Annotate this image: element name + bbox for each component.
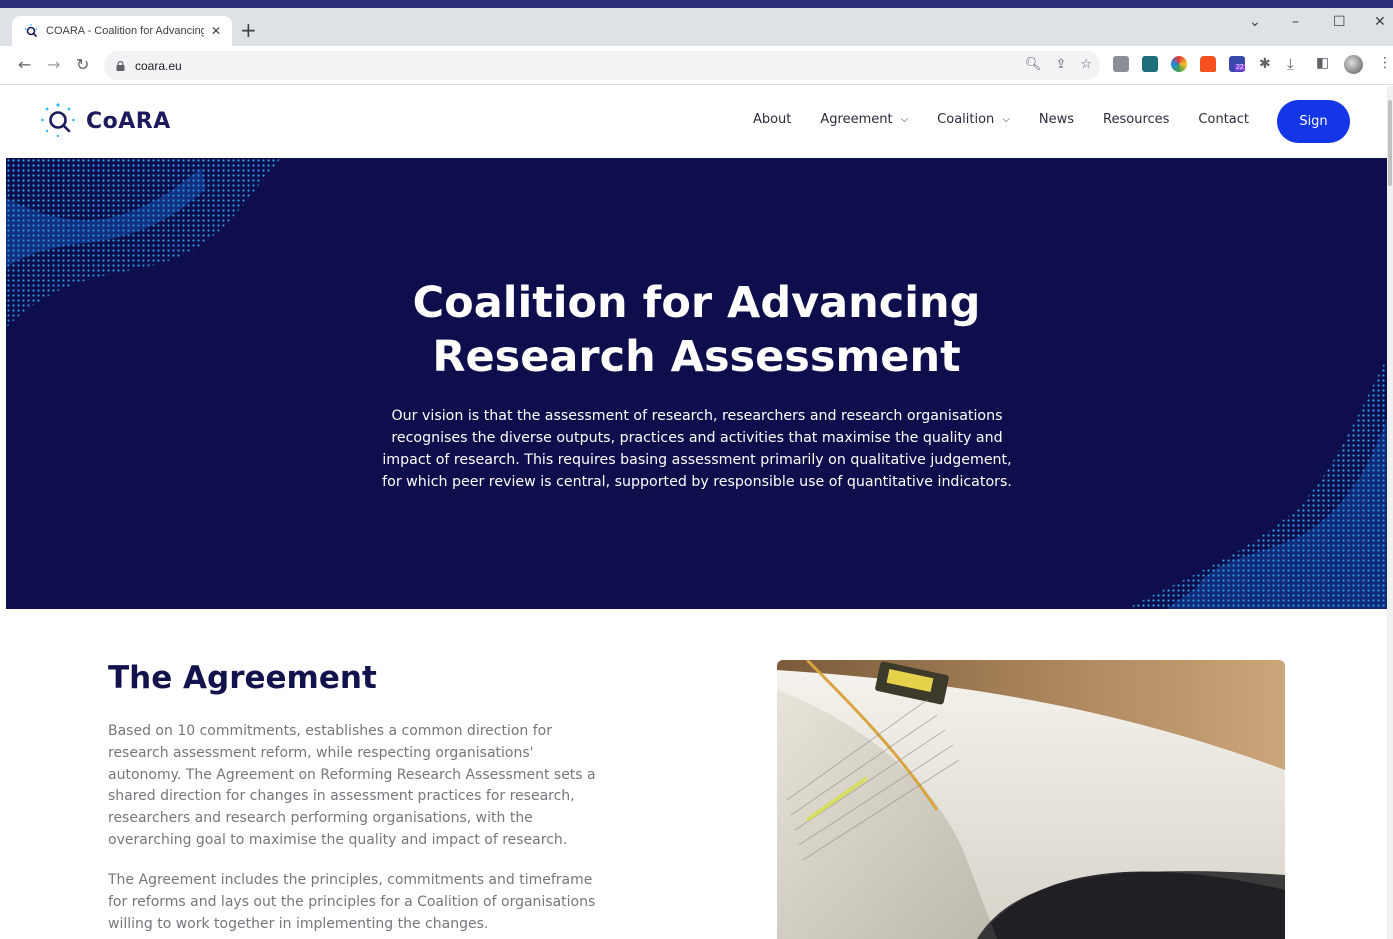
scrollbar-thumb[interactable]	[1388, 100, 1392, 186]
agreement-text-line: The Agreement includes the principles, c…	[108, 872, 593, 888]
agreement-text-line: willing to work together in implementing…	[108, 915, 489, 932]
nav-agreement-label: Agreement	[820, 112, 893, 127]
agreement-heading: The Agreement	[108, 660, 377, 696]
chevron-down-icon: ⌵	[900, 114, 909, 125]
agreement-text-line: for reforms and lays out the principles …	[108, 893, 596, 910]
address-bar[interactable]: coara.eu 🔍︎ ⇪ ☆	[104, 51, 1100, 80]
agreement-text-line: research assessment reform, while respec…	[108, 744, 534, 761]
nav-news[interactable]: News	[1039, 112, 1074, 127]
zoom-icon[interactable]: 🔍︎	[1025, 57, 1042, 72]
agreement-paragraph-1: Based on 10 commitments, establishes a c…	[108, 721, 628, 852]
close-window-icon[interactable]: ✕	[1374, 14, 1386, 30]
extension-2-icon[interactable]	[1142, 56, 1158, 72]
extensions-puzzle-icon[interactable]: ✱	[1259, 56, 1271, 72]
agreement-text-line: overarching goal to maximise the quality…	[108, 831, 568, 848]
back-icon[interactable]: ←	[18, 55, 31, 74]
browser-menu-icon[interactable]: ⋮	[1378, 55, 1392, 71]
hero-text-line: impact of research. This requires basing…	[382, 452, 1012, 468]
hero-banner: Coalition for Advancing Research Assessm…	[6, 158, 1387, 609]
bookmark-star-icon[interactable]: ☆	[1080, 57, 1092, 72]
color-picker-extension-icon[interactable]	[1171, 56, 1187, 72]
hero-title-line-2: Research Assessment	[432, 332, 961, 382]
hero-text-line: Our vision is that the assessment of res…	[391, 408, 1003, 424]
maximize-icon[interactable]: ☐	[1333, 14, 1346, 30]
minimize-icon[interactable]: –	[1292, 14, 1299, 30]
tab-search-chevron-icon[interactable]: ⌄	[1249, 14, 1261, 30]
extension-4-icon[interactable]	[1200, 56, 1216, 72]
agreement-text-line: researchers and research performing orga…	[108, 810, 533, 827]
nav-coalition[interactable]: Coalition ⌵	[937, 112, 1010, 127]
agreement-text-line: Based on 10 commitments, establishes a c…	[108, 723, 552, 739]
forward-icon[interactable]: →	[47, 55, 60, 74]
new-tab-icon[interactable]: +	[240, 20, 257, 40]
nav-about[interactable]: About	[753, 112, 791, 127]
hero-title-line-1: Coalition for Advancing	[412, 278, 981, 328]
nav-contact[interactable]: Contact	[1198, 112, 1249, 127]
browser-tab-bar: COARA - Coalition for Advancing ✕ + ⌄ – …	[0, 8, 1393, 46]
page-scrollbar[interactable]	[1387, 86, 1393, 939]
sign-button[interactable]: Sign	[1277, 100, 1350, 143]
desktop-background	[0, 0, 1393, 8]
site-header: CoARA About Agreement ⌵ Coalition ⌵ News R…	[6, 86, 1387, 158]
nav-resources-label: Resources	[1103, 112, 1170, 127]
hero-vision-text: Our vision is that the assessment of res…	[372, 405, 1022, 493]
nav-resources[interactable]: Resources	[1103, 112, 1169, 127]
tab-close-icon[interactable]: ✕	[208, 24, 224, 38]
lock-icon	[116, 60, 125, 71]
logo-wordmark: CoARA	[86, 108, 171, 134]
nav-coalition-label: Coalition	[937, 112, 995, 127]
browser-tab[interactable]: COARA - Coalition for Advancing ✕	[12, 16, 232, 46]
nav-news-label: News	[1038, 112, 1075, 127]
hero-text-line: for which peer review is central, suppor…	[382, 474, 1012, 490]
extension-badge-count: 22	[1235, 64, 1245, 71]
profile-avatar[interactable]	[1344, 55, 1363, 74]
chevron-down-icon: ⌵	[1002, 114, 1010, 125]
nav-about-label: About	[752, 112, 792, 127]
open-book-illustration	[777, 660, 1285, 939]
side-panel-icon[interactable]: ◧	[1316, 55, 1329, 71]
open-book-photo	[777, 660, 1285, 939]
download-icon[interactable]: ⤓	[1287, 55, 1294, 73]
nav-agreement[interactable]: Agreement ⌵	[820, 112, 908, 127]
coara-logo-icon	[41, 103, 75, 138]
coara-favicon-icon	[24, 24, 38, 38]
extension-badge-icon[interactable]: 22	[1229, 56, 1245, 72]
url-text: coara.eu	[135, 58, 182, 73]
share-icon[interactable]: ⇪	[1055, 57, 1066, 72]
site-logo[interactable]: CoARA	[40, 102, 171, 140]
hero-title: Coalition for Advancing Research Assessm…	[6, 276, 1387, 384]
agreement-text-line: autonomy. The Agreement on Reforming Res…	[108, 766, 596, 783]
main-navigation: About Agreement ⌵ Coalition ⌵ News Resourc…	[753, 112, 1249, 127]
browser-toolbar: ← → ↻ coara.eu 🔍︎ ⇪ ☆ 22 ✱ ⤓ ◧ ⋮	[0, 46, 1393, 85]
agreement-paragraph-2: The Agreement includes the principles, c…	[108, 870, 628, 935]
extension-1-icon[interactable]	[1113, 56, 1129, 72]
nav-contact-label: Contact	[1198, 112, 1249, 127]
tab-title: COARA - Coalition for Advancing	[46, 25, 204, 37]
reload-icon[interactable]: ↻	[76, 55, 89, 74]
agreement-text-line: shared direction for changes in assessme…	[108, 788, 575, 805]
hero-text-line: recognises the diverse outputs, practice…	[391, 430, 1003, 446]
